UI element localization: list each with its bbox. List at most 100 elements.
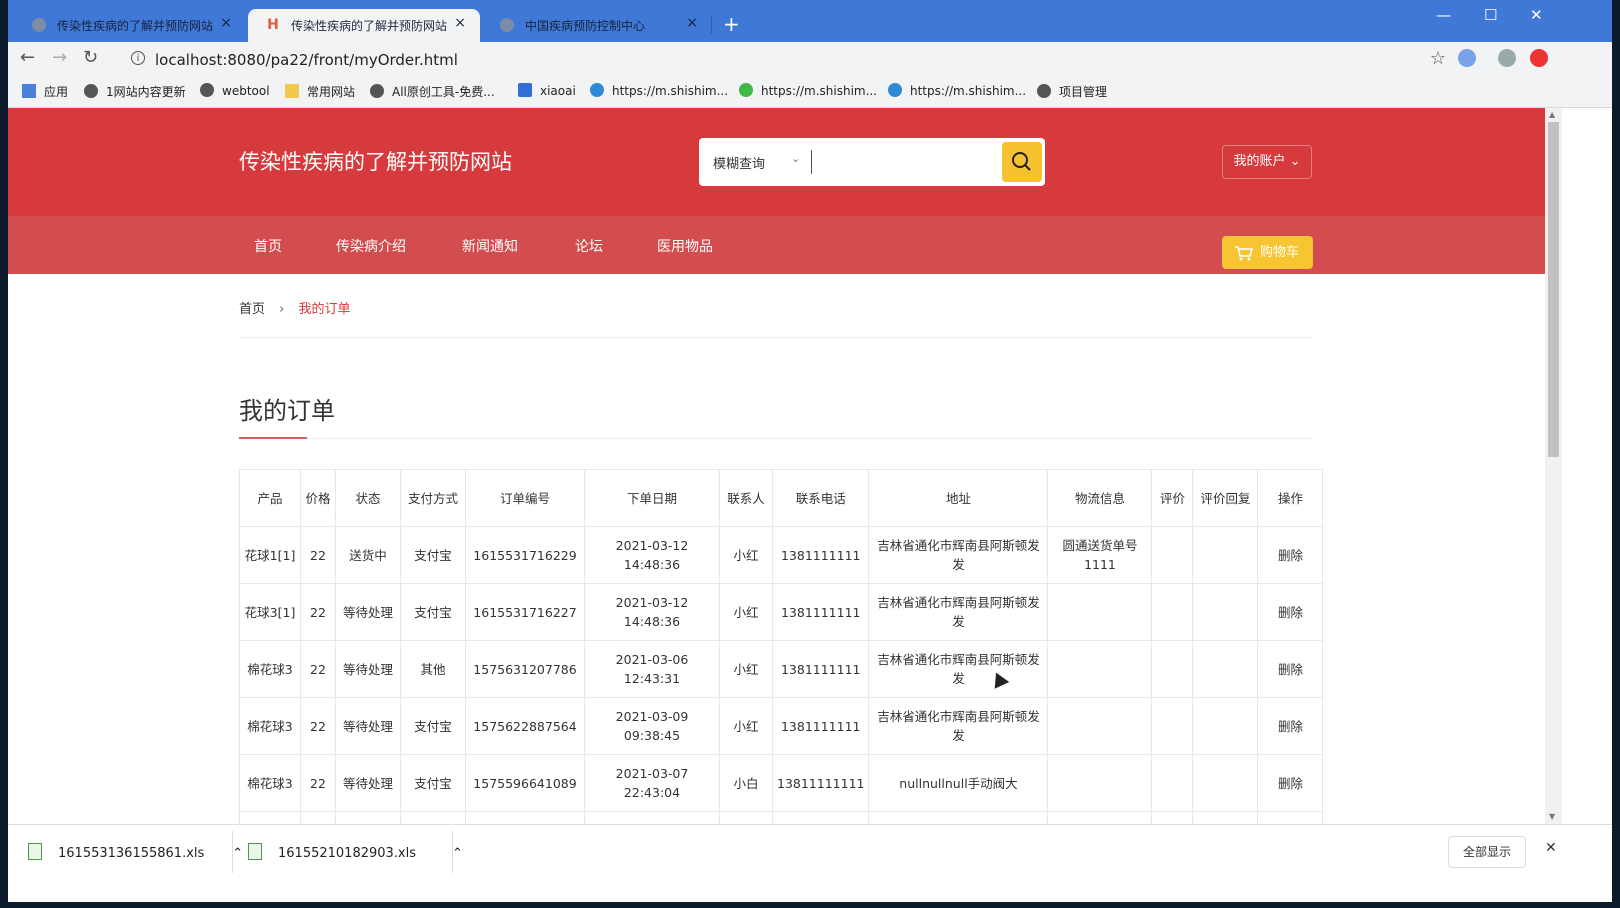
reload-icon[interactable]: ↻ (83, 47, 98, 68)
folder-icon (285, 84, 299, 98)
address-bar[interactable]: i localhost:8080/pa22/front/myOrder.html… (118, 45, 1458, 73)
close-downloads-icon[interactable]: ✕ (1545, 840, 1557, 856)
search-input[interactable] (811, 150, 998, 174)
bookmark-label: 常用网站 (307, 85, 356, 99)
bookmark-item[interactable]: xiaoai (518, 83, 576, 98)
cell-price: 22 (300, 526, 336, 584)
vertical-scrollbar[interactable]: ▲ ▼ (1545, 108, 1562, 824)
chevron-down-icon: ⌄ (1289, 154, 1301, 169)
tab-close-icon[interactable]: × (220, 15, 232, 31)
cell-order-no: 1575622887564 (465, 697, 585, 755)
chevron-up-icon[interactable]: ⌃ (232, 846, 243, 861)
delete-button[interactable]: 删除 (1257, 754, 1324, 812)
extension-red-icon[interactable] (1530, 49, 1548, 67)
bookmark-label: https://m.shishim... (761, 84, 878, 98)
cell-address: 吉林省通化市辉南县阿斯顿发发 (868, 640, 1049, 698)
back-arrow-icon[interactable]: ← (20, 47, 35, 68)
cell-order-no: 1575631207786 (465, 640, 585, 698)
nav-disease-intro[interactable]: 传染病介绍 (336, 236, 406, 256)
search-button[interactable] (1002, 142, 1042, 182)
site-header: 传染性疾病的了解并预防网站 模糊查询 ⌄ 我的账户 ⌄ (8, 108, 1545, 216)
cell-order-no: 1615531716229 (465, 526, 585, 584)
globe-icon (84, 84, 98, 98)
cell-payment: 支付宝 (400, 526, 466, 584)
cart-button[interactable]: 购物车 (1222, 236, 1313, 269)
profile-avatar-icon[interactable] (1498, 49, 1516, 67)
bookmark-item[interactable]: 项目管理 (1037, 83, 1107, 100)
bookmark-label: 项目管理 (1059, 85, 1108, 99)
maximize-button[interactable]: ☐ (1484, 6, 1497, 24)
site-title[interactable]: 传染性疾病的了解并预防网站 (239, 146, 512, 176)
cell-reply (1192, 754, 1259, 812)
cell-phone: 1381111111 (771, 526, 870, 584)
show-all-button[interactable]: 全部显示 (1448, 836, 1526, 868)
tab-2[interactable]: H 传染性疾病的了解并预防网站 × (248, 9, 480, 42)
column-header: 价格 (300, 469, 336, 527)
cell-payment: 支付宝 (400, 583, 466, 641)
table-row: 花球3[1] 22 等待处理 支付宝 1615531716227 2021-03… (239, 583, 1324, 641)
tab-2-title: 传染性疾病的了解并预防网站 (291, 19, 448, 33)
bookmark-item[interactable]: webtool (200, 83, 270, 98)
cell-reply (1192, 526, 1259, 584)
close-window-button[interactable]: ✕ (1530, 6, 1543, 24)
bookmark-item[interactable]: 1网站内容更新 (84, 83, 186, 100)
forward-arrow-icon[interactable]: → (52, 47, 67, 68)
breadcrumb-home[interactable]: 首页 (239, 302, 265, 317)
cell-logistics: 圆通送货单号1111 (1047, 526, 1153, 584)
nav-medical-supplies[interactable]: 医用物品 (657, 236, 713, 256)
search-type-select[interactable]: 模糊查询 (713, 153, 765, 172)
download-item[interactable]: 161553136155861.xls ⌃ (28, 843, 243, 861)
site-favicon-icon: H (267, 17, 279, 33)
breadcrumb: 首页 › 我的订单 (239, 298, 351, 317)
bookmark-item[interactable]: https://m.shishim... (739, 83, 877, 98)
account-label: 我的账户 (1233, 154, 1286, 169)
cell-price: 22 (300, 583, 336, 641)
scroll-up-arrow-icon[interactable]: ▲ (1549, 110, 1555, 119)
delete-button[interactable]: 删除 (1257, 583, 1324, 641)
bookmark-item[interactable]: All原创工具-免费... (370, 83, 495, 100)
cell-status: 等待处理 (335, 583, 401, 641)
cell-logistics (1047, 640, 1153, 698)
scroll-thumb[interactable] (1548, 122, 1559, 457)
cell-date: 2021-03-12 14:48:36 (584, 583, 720, 641)
url-text[interactable]: localhost:8080/pa22/front/myOrder.html (155, 51, 458, 69)
column-header: 评价回复 (1192, 469, 1259, 527)
tab-close-icon[interactable]: × (454, 15, 466, 31)
tab-1[interactable]: 传染性疾病的了解并预防网站 × (14, 9, 246, 42)
cell-reply (1192, 583, 1259, 641)
tab-close-icon[interactable]: × (686, 15, 698, 31)
delete-button[interactable]: 删除 (1257, 697, 1324, 755)
download-item[interactable]: 16155210182903.xls ⌃ (248, 843, 463, 861)
cell-status: 等待处理 (335, 640, 401, 698)
table-row: 棉花球3 22 等待处理 支付宝 1575622887564 2021-03-0… (239, 697, 1324, 755)
column-header: 操作 (1257, 469, 1324, 527)
minimize-button[interactable]: — (1436, 6, 1451, 24)
bookmark-star-icon[interactable]: ☆ (1430, 48, 1446, 69)
cell-date: 2021-03-12 14:48:36 (584, 526, 720, 584)
globe-icon (370, 84, 384, 98)
bookmark-item[interactable]: https://m.shishim... (590, 83, 728, 98)
column-header: 产品 (239, 469, 301, 527)
cell-product: 花球3[1] (239, 583, 301, 641)
new-tab-button[interactable]: + (723, 12, 740, 36)
orders-table: 产品 价格 状态 支付方式 订单编号 下单日期 联系人 联系电话 地址 物流信息… (239, 469, 1324, 824)
nav-home[interactable]: 首页 (254, 236, 282, 256)
delete-button[interactable]: 删除 (1257, 640, 1324, 698)
scroll-down-arrow-icon[interactable]: ▼ (1549, 812, 1555, 821)
tab-3[interactable]: 中国疾病预防控制中心 × (482, 9, 712, 42)
cell-address: 吉林省通化市辉南县阿斯顿发发 (868, 583, 1049, 641)
nav-news[interactable]: 新闻通知 (462, 236, 518, 256)
info-icon[interactable]: i (131, 51, 145, 65)
bookmark-item[interactable]: 常用网站 (285, 83, 355, 100)
bookmark-apps[interactable]: 应用 (22, 83, 68, 100)
cell-address: nullnullnull手动阀大 (868, 754, 1049, 812)
nav-forum[interactable]: 论坛 (575, 236, 603, 256)
bookmark-item[interactable]: https://m.shishim... (888, 83, 1026, 98)
cell-product: 棉花球3 (239, 697, 301, 755)
extension-icon[interactable] (1458, 49, 1476, 67)
chevron-up-icon[interactable]: ⌃ (452, 846, 463, 861)
my-account-button[interactable]: 我的账户 ⌄ (1222, 145, 1312, 179)
chevron-down-icon[interactable]: ⌄ (791, 152, 800, 165)
delete-button[interactable]: 删除 (1257, 526, 1324, 584)
cell-reply (1192, 640, 1259, 698)
